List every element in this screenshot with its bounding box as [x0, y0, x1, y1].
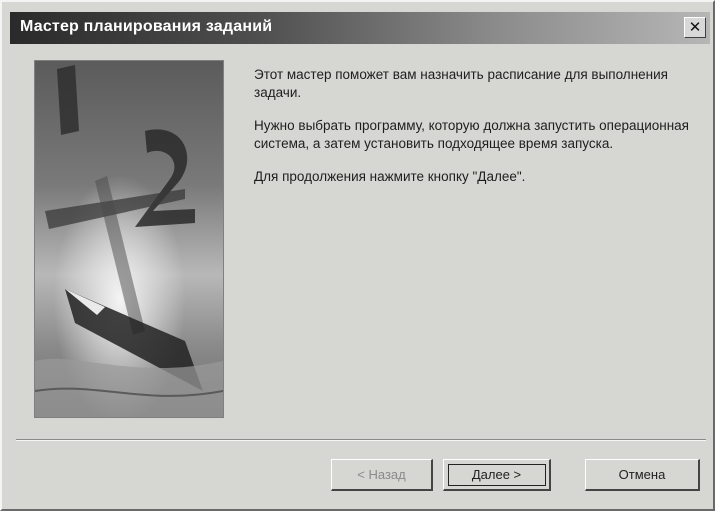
- instructions-text: Нужно выбрать программу, которую должна …: [254, 118, 689, 151]
- back-button[interactable]: < Назад: [331, 459, 433, 491]
- intro-text: Этот мастер поможет вам назначить распис…: [254, 67, 668, 100]
- scheduler-wizard-window: Мастер планирования заданий ✕ Этот масте…: [0, 0, 715, 511]
- cancel-button[interactable]: Отмена: [585, 459, 700, 491]
- title-bar[interactable]: Мастер планирования заданий ✕: [10, 12, 710, 44]
- window-title: Мастер планирования заданий: [20, 18, 273, 35]
- close-button[interactable]: ✕: [684, 17, 706, 38]
- next-button[interactable]: Далее >: [443, 459, 551, 491]
- wizard-description: Этот мастер поможет вам назначить распис…: [254, 66, 694, 201]
- continue-hint-text: Для продолжения нажмите кнопку "Далее".: [254, 169, 526, 184]
- button-separator: [16, 439, 706, 441]
- clock-pen-icon: [35, 61, 223, 417]
- close-icon: ✕: [688, 19, 702, 36]
- wizard-illustration: [34, 60, 224, 418]
